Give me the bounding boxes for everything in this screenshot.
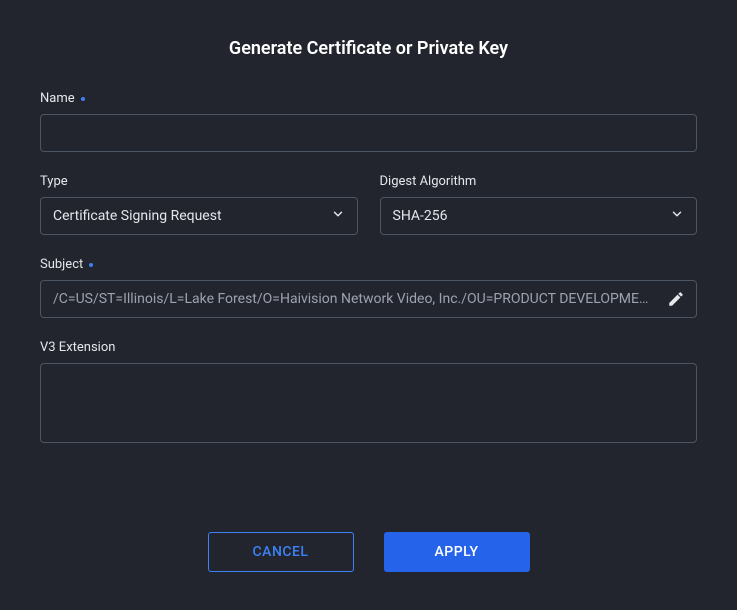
name-input[interactable]	[40, 114, 697, 152]
digest-value: SHA-256	[393, 208, 448, 224]
subject-value: /C=US/ST=Illinois/L=Lake Forest/O=Haivis…	[53, 291, 656, 307]
name-field: Name	[40, 91, 697, 152]
digest-label-text: Digest Algorithm	[380, 174, 477, 189]
chevron-down-icon	[331, 207, 345, 225]
type-field: Type Certificate Signing Request	[40, 174, 358, 235]
v3ext-field: V3 Extension	[40, 340, 697, 447]
digest-field: Digest Algorithm SHA-256	[380, 174, 698, 235]
subject-field: Subject /C=US/ST=Illinois/L=Lake Forest/…	[40, 257, 697, 318]
edit-subject-button[interactable]	[664, 287, 688, 311]
v3ext-input[interactable]	[40, 363, 697, 443]
name-label-text: Name	[40, 91, 75, 106]
dialog-title: Generate Certificate or Private Key	[40, 38, 697, 59]
type-label: Type	[40, 174, 358, 189]
required-indicator-icon	[81, 97, 85, 101]
type-value: Certificate Signing Request	[53, 208, 222, 224]
cancel-button[interactable]: CANCEL	[208, 532, 354, 572]
type-select[interactable]: Certificate Signing Request	[40, 197, 358, 235]
chevron-down-icon	[670, 207, 684, 225]
digest-label: Digest Algorithm	[380, 174, 698, 189]
name-label: Name	[40, 91, 697, 106]
button-bar: CANCEL APPLY	[0, 532, 737, 572]
digest-select[interactable]: SHA-256	[380, 197, 698, 235]
subject-input[interactable]: /C=US/ST=Illinois/L=Lake Forest/O=Haivis…	[40, 280, 697, 318]
subject-label-text: Subject	[40, 257, 83, 272]
type-label-text: Type	[40, 174, 68, 189]
apply-button[interactable]: APPLY	[384, 532, 530, 572]
pencil-icon	[667, 290, 685, 308]
v3ext-label: V3 Extension	[40, 340, 697, 355]
subject-label: Subject	[40, 257, 697, 272]
required-indicator-icon	[89, 263, 93, 267]
v3ext-label-text: V3 Extension	[40, 340, 115, 355]
